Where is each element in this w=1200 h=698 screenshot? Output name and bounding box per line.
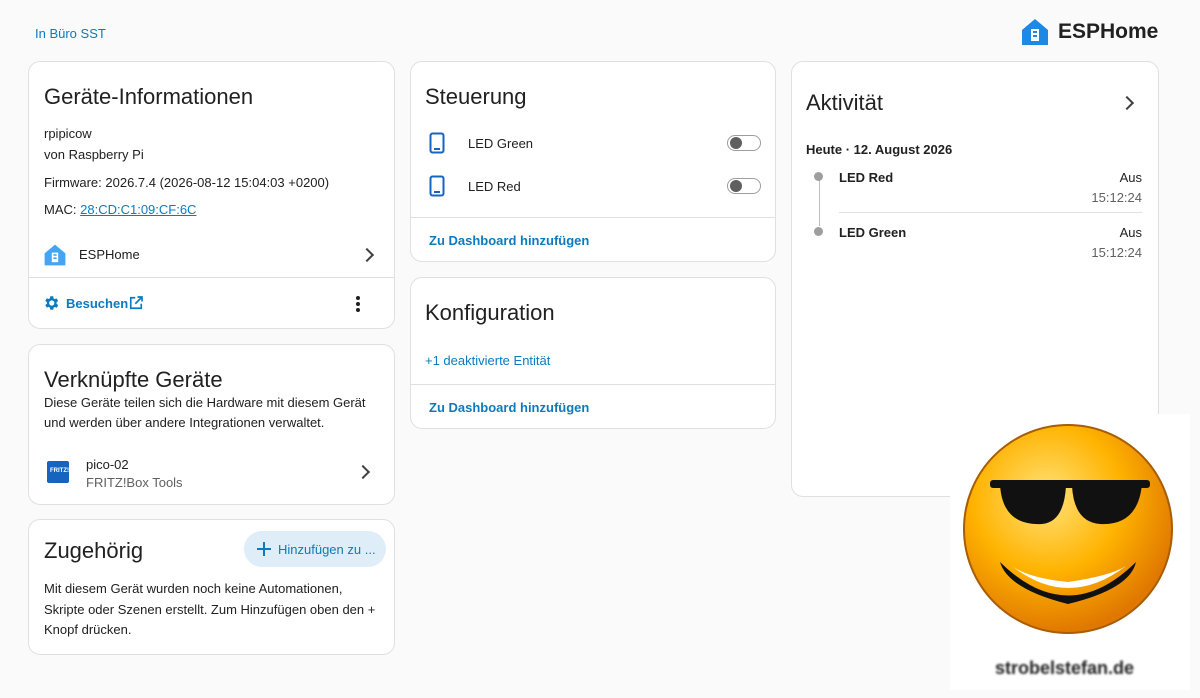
add-to-dashboard-link[interactable]: Zu Dashboard hinzufügen [429,400,589,415]
activity-date: Heute · 12. August 2026 [806,142,953,157]
add-to-button[interactable]: Hinzufügen zu ... [244,531,386,567]
visit-label: Besuchen [66,296,129,311]
brand-name: ESPHome [1058,20,1159,43]
linked-device-row[interactable]: FRITZ! pico-02 FRITZ!Box Tools [29,453,394,490]
mac-link[interactable]: 28:CD:C1:09:CF:6C [80,202,196,217]
add-to-label: Hinzufügen zu ... [278,542,376,557]
timeline-dot [814,227,823,236]
chevron-right-icon [355,464,371,480]
chevron-right-icon[interactable] [1119,95,1135,111]
activity-entry[interactable]: LED Red Aus 15:12:24 [839,168,1142,214]
switch-label: LED Red [468,179,521,194]
watermark-overlay: strobelstefan.de [950,414,1190,690]
divider [411,217,775,218]
switch-label: LED Green [468,136,534,151]
activity-entry[interactable]: LED Green Aus 15:12:24 [839,223,1142,269]
timeline-line [819,180,820,226]
linked-devices-title: Verknüpfte Geräte [44,367,223,392]
esphome-icon [44,244,66,266]
related-title: Zugehörig [44,538,144,563]
device-info-card: Geräte-Informationen rpipicow von Raspbe… [28,61,395,329]
open-external-icon [129,296,143,310]
fritzbox-icon: FRITZ! [47,461,69,483]
entry-name: LED Red [839,170,894,185]
divider [411,384,775,385]
entry-divider [839,212,1142,213]
device-manufacturer: von Raspberry Pi [44,147,144,162]
device-model: rpipicow [44,126,92,141]
integration-row[interactable]: ESPHome [29,240,394,270]
activity-title[interactable]: Aktivität [806,90,883,116]
entry-time: 15:12:24 [1091,190,1142,205]
switch-toggle[interactable] [727,178,761,194]
device-info-title: Geräte-Informationen [44,84,254,109]
switch-toggle[interactable] [727,135,761,151]
integration-label: ESPHome [79,247,140,262]
entry-state: Aus [1119,225,1142,240]
breadcrumb[interactable]: In Büro SST [35,26,106,41]
switch-row-led-green[interactable]: LED Green [411,128,775,158]
esphome-house-icon [1022,19,1048,45]
linked-device-integration: FRITZ!Box Tools [86,475,183,490]
esphome-logo: ESPHome [1020,17,1165,49]
config-title: Konfiguration [425,300,555,325]
entry-time: 15:12:24 [1091,245,1142,260]
entry-name: LED Green [839,225,907,240]
mac-row: MAC: 28:CD:C1:09:CF:6C [44,202,196,217]
control-title: Steuerung [425,84,527,109]
related-empty-text: Mit diesem Gerät wurden noch keine Autom… [44,581,376,637]
control-card: Steuerung LED Green LED Red Zu Dashboard… [410,61,776,262]
timeline-dot [814,172,823,181]
disabled-entities-link[interactable]: +1 deaktivierte Entität [425,353,550,368]
divider [29,277,394,278]
chevron-right-icon [359,247,375,263]
overflow-menu-icon[interactable] [355,296,361,312]
linked-device-name: pico-02 [86,457,129,472]
gear-icon [45,296,59,310]
firmware-info: Firmware: 2026.7.4 (2026-08-12 15:04:03 … [44,175,330,190]
config-card: Konfiguration +1 deaktivierte Entität Zu… [410,277,776,429]
mac-label: MAC: [44,202,77,217]
plus-icon [257,542,271,556]
related-card: Zugehörig Hinzufügen zu ... Mit diesem G… [28,519,395,655]
watermark-text: strobelstefan.de [995,658,1135,678]
entry-state: Aus [1119,170,1142,185]
add-to-dashboard-link[interactable]: Zu Dashboard hinzufügen [429,233,589,248]
sunglasses-smiley-icon [963,424,1173,634]
phone-icon [429,175,445,197]
linked-devices-card: Verknüpfte Geräte Diese Geräte teilen si… [28,344,395,505]
phone-icon [429,132,445,154]
switch-row-led-red[interactable]: LED Red [411,171,775,201]
linked-devices-description: Diese Geräte teilen sich die Hardware mi… [44,395,366,430]
